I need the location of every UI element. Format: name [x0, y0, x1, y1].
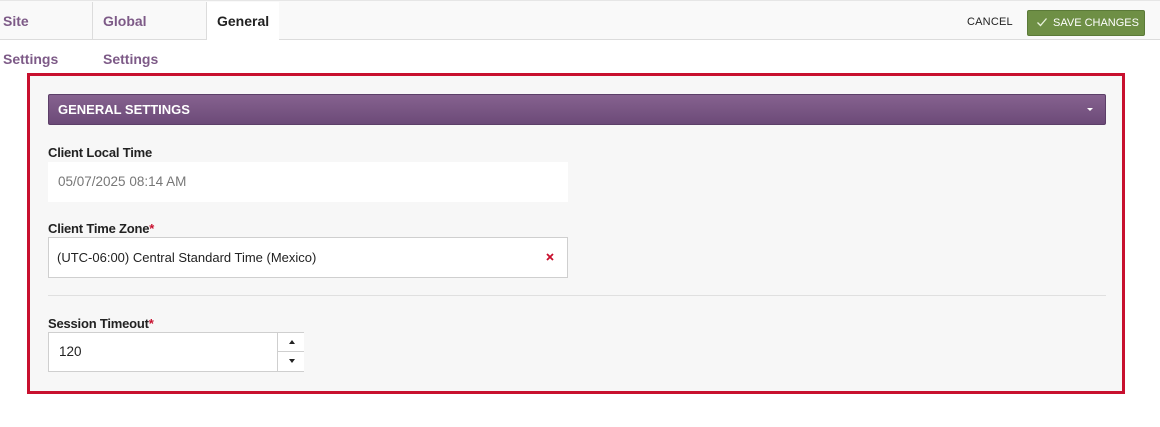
- required-marker: *: [149, 221, 155, 236]
- cancel-button[interactable]: CANCEL: [958, 10, 1022, 34]
- breadcrumb-site-settings[interactable]: Site Settings: [0, 2, 93, 67]
- session-timeout-input[interactable]: 120: [48, 332, 304, 372]
- top-toolbar: Site Settings Global Settings General CA…: [0, 0, 1160, 67]
- arrow-up-icon: [289, 340, 295, 344]
- general-settings-panel: GENERAL SETTINGS Client Local Time 05/07…: [27, 73, 1125, 394]
- section-header-general-settings[interactable]: GENERAL SETTINGS: [48, 94, 1106, 125]
- client-time-zone-label: Client Time Zone*: [48, 221, 154, 236]
- breadcrumb-current-page: General: [207, 2, 279, 40]
- decrement-button[interactable]: [277, 352, 304, 371]
- client-local-time-value: 05/07/2025 08:14 AM: [48, 162, 568, 202]
- client-time-zone-select[interactable]: (UTC-06:00) Central Standard Time (Mexic…: [48, 237, 568, 278]
- check-icon: [1037, 18, 1047, 27]
- client-time-zone-label-text: Client Time Zone: [48, 221, 150, 236]
- session-timeout-label: Session Timeout*: [48, 316, 154, 331]
- session-timeout-value: 120: [59, 344, 82, 359]
- section-divider: [48, 295, 1106, 296]
- section-title: GENERAL SETTINGS: [58, 102, 190, 117]
- close-icon[interactable]: [544, 251, 556, 263]
- client-local-time-label: Client Local Time: [48, 145, 152, 160]
- caret-down-icon[interactable]: [1087, 108, 1093, 111]
- client-time-zone-value: (UTC-06:00) Central Standard Time (Mexic…: [57, 250, 317, 265]
- save-changes-label: SAVE CHANGES: [1053, 17, 1139, 29]
- session-timeout-label-text: Session Timeout: [48, 316, 149, 331]
- save-changes-button[interactable]: SAVE CHANGES: [1027, 10, 1145, 36]
- breadcrumb-global-settings[interactable]: Global Settings: [93, 2, 207, 67]
- required-marker: *: [148, 316, 154, 331]
- arrow-down-icon: [289, 359, 295, 363]
- increment-button[interactable]: [277, 333, 304, 352]
